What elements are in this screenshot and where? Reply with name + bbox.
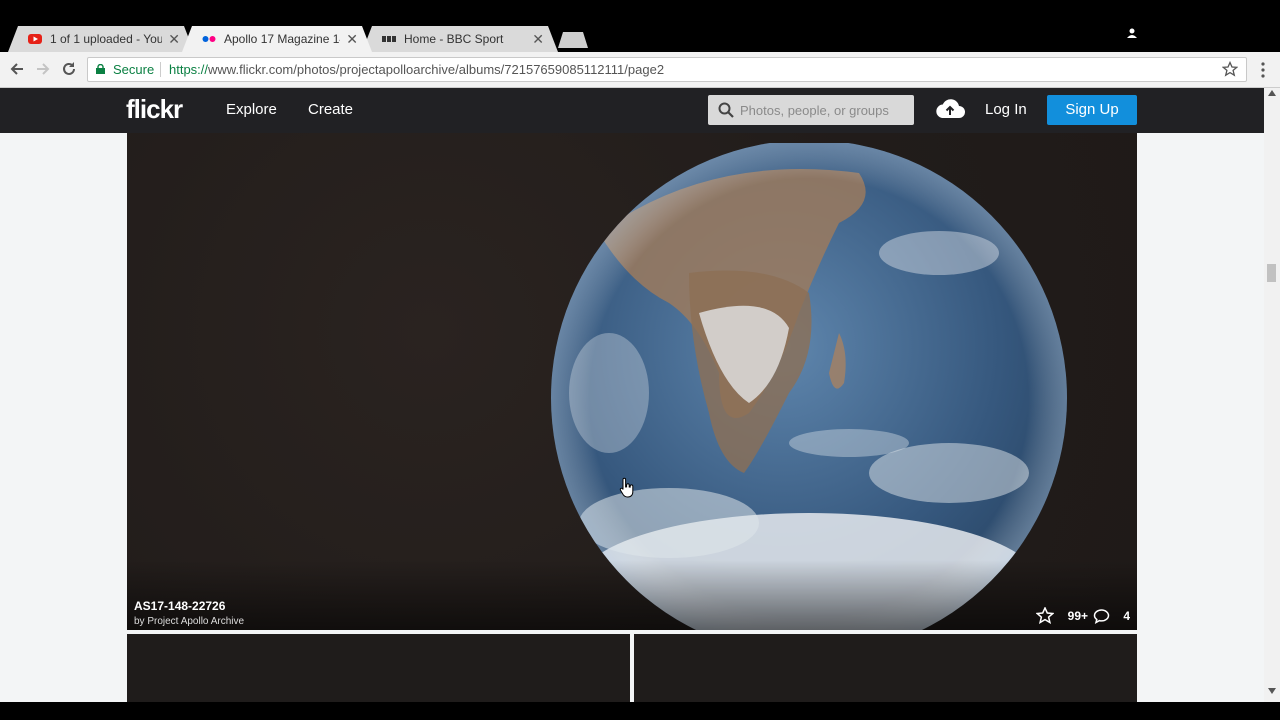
scroll-down-arrow-icon[interactable] <box>1268 688 1276 694</box>
tab-title: 1 of 1 uploaded - YouTube <box>50 32 162 46</box>
tab-flickr[interactable]: Apollo 17 Magazine 148 ✕ <box>182 26 372 52</box>
lock-icon <box>96 64 105 74</box>
favorite-star-icon[interactable] <box>1036 607 1054 624</box>
bottom-black-bar <box>0 702 1280 720</box>
photo-tile-next-right[interactable] <box>634 634 1137 702</box>
profile-icon[interactable] <box>1127 28 1137 38</box>
secure-label: Secure <box>113 62 155 77</box>
browser-menu-icon[interactable] <box>1258 60 1268 80</box>
flickr-header: flickr Explore Create Log In Sign Up <box>0 88 1264 133</box>
url-protocol: https:// <box>169 62 209 77</box>
url-text: https://www.flickr.com/photos/projectapo… <box>169 58 664 81</box>
url-path: www.flickr.com/photos/projectapolloarchi… <box>208 62 665 77</box>
address-bar[interactable]: Secure https://www.flickr.com/photos/pro… <box>87 57 1247 82</box>
tab-youtube[interactable]: 1 of 1 uploaded - YouTube ✕ <box>8 26 194 52</box>
new-tab-button[interactable] <box>558 32 588 48</box>
address-separator <box>160 62 161 77</box>
signup-button[interactable]: Sign Up <box>1047 95 1137 125</box>
browser-toolbar: Secure https://www.flickr.com/photos/pro… <box>0 52 1280 88</box>
scrollbar-thumb[interactable] <box>1267 264 1276 282</box>
favorite-count: 99+ <box>1067 609 1088 623</box>
browser-tab-strip: 1 of 1 uploaded - YouTube ✕ Apollo 17 Ma… <box>0 0 1280 52</box>
back-arrow-icon[interactable] <box>8 60 26 78</box>
login-link[interactable]: Log In <box>985 101 1027 118</box>
flickr-icon <box>202 33 216 45</box>
tab-title: Home - BBC Sport <box>404 32 504 46</box>
photo-author[interactable]: by Project Apollo Archive <box>134 616 244 627</box>
hand-cursor-icon <box>619 477 634 498</box>
tab-close-button[interactable]: ✕ <box>346 26 358 52</box>
page-scrollbar[interactable] <box>1264 88 1280 702</box>
search-icon <box>718 102 734 118</box>
photo-tile[interactable]: AS17-148-22726 by Project Apollo Archive… <box>127 133 1137 630</box>
photo-caption-gradient <box>127 560 1137 630</box>
reload-icon[interactable] <box>60 60 78 78</box>
photo-tile-next-left[interactable] <box>127 634 630 702</box>
forward-arrow-icon[interactable] <box>34 60 52 78</box>
tab-close-button[interactable]: ✕ <box>168 26 180 52</box>
earth-photo-image <box>551 143 1067 630</box>
youtube-icon <box>28 33 42 45</box>
upload-cloud-icon[interactable] <box>935 98 965 120</box>
comment-icon[interactable] <box>1093 608 1110 624</box>
photo-title[interactable]: AS17-148-22726 <box>134 599 225 613</box>
nav-explore-link[interactable]: Explore <box>226 101 277 118</box>
search-box[interactable] <box>708 95 914 125</box>
bookmark-star-icon[interactable] <box>1222 61 1238 77</box>
tab-title: Apollo 17 Magazine 148 <box>224 32 340 46</box>
bbc-icon <box>382 33 396 45</box>
tab-bbc-sport[interactable]: Home - BBC Sport ✕ <box>362 26 558 52</box>
nav-create-link[interactable]: Create <box>308 101 353 118</box>
comment-count: 4 <box>1123 609 1130 623</box>
tab-close-button[interactable]: ✕ <box>532 26 544 52</box>
flickr-logo[interactable]: flickr <box>126 94 183 125</box>
search-input[interactable] <box>740 95 908 125</box>
photo-stats: 99+ 4 <box>1036 607 1130 624</box>
scroll-up-arrow-icon[interactable] <box>1268 90 1276 96</box>
flickr-page: flickr Explore Create Log In Sign Up <box>0 88 1264 702</box>
